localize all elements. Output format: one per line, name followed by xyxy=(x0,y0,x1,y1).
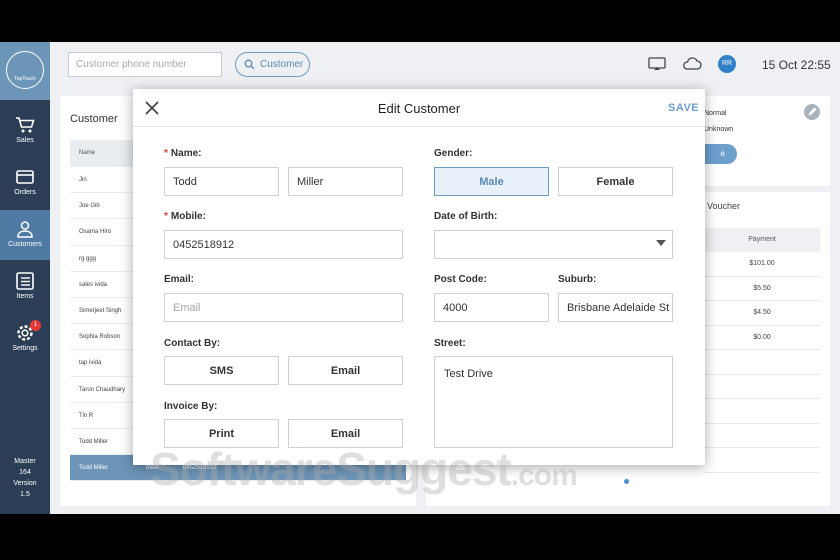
radio-unknown-label[interactable]: Unknown xyxy=(704,126,733,133)
suburb-input[interactable]: Brisbane Adelaide St xyxy=(558,293,673,322)
row-name: Joe Gib xyxy=(79,203,100,210)
mobile-label: * Mobile: xyxy=(164,211,206,222)
contact-sms-button[interactable]: SMS xyxy=(164,356,279,385)
cloud-icon[interactable] xyxy=(682,57,702,71)
nav-customers-label: Customers xyxy=(8,241,42,248)
postcode-input[interactable]: 4000 xyxy=(434,293,549,322)
payment-cell: $4.50 xyxy=(704,301,820,326)
edit-icon[interactable] xyxy=(804,104,820,120)
dob-label: Date of Birth: xyxy=(434,211,498,222)
row-name: Jin xyxy=(79,177,87,183)
mobile-input[interactable]: 0452518912 xyxy=(164,230,403,259)
gender-male-button[interactable]: Male xyxy=(434,167,549,196)
first-name-input[interactable]: Todd xyxy=(164,167,279,196)
suburb-label: Suburb: xyxy=(558,274,597,285)
email-input[interactable]: Email xyxy=(164,293,403,322)
top-bar: Customer phone number Customer RR 15 Oct… xyxy=(50,42,840,86)
cast-icon[interactable] xyxy=(648,57,666,71)
cart-icon xyxy=(16,117,35,133)
nav-items[interactable]: Items xyxy=(0,262,50,312)
close-icon[interactable] xyxy=(145,101,159,115)
row-name: sales ivida xyxy=(79,281,108,288)
required-marker: * xyxy=(164,211,168,222)
street-label: Street: xyxy=(434,338,466,349)
settings-badge: 1 xyxy=(30,320,41,331)
person-icon xyxy=(17,221,33,238)
payment-cell: $5.50 xyxy=(704,277,820,301)
nav-sales[interactable]: Sales xyxy=(0,106,50,156)
contact-email-button[interactable]: Email xyxy=(288,356,403,385)
row-name: tap ivida xyxy=(79,360,102,367)
row-name: Tin R xyxy=(79,412,94,419)
payment-cell-empty xyxy=(704,399,820,424)
master-value: 164 xyxy=(19,469,31,476)
payment-cell-empty xyxy=(704,375,820,399)
payment-column-header: Payment xyxy=(704,228,820,252)
row-name: Todd Miller xyxy=(79,465,109,472)
row-name: Todd Miller xyxy=(79,438,109,445)
chevron-down-icon xyxy=(656,240,666,246)
logo-area: TapTouch xyxy=(0,42,50,100)
orders-icon xyxy=(16,170,34,184)
gender-female-button[interactable]: Female xyxy=(558,167,673,196)
watermark: SoftwareSuggest.com xyxy=(150,443,578,495)
gender-label: Gender: xyxy=(434,148,473,159)
row-name: Simerjeet Singh xyxy=(79,307,122,314)
payment-cell: $0.00 xyxy=(704,326,820,350)
nav-orders[interactable]: Orders xyxy=(0,158,50,208)
row-name: Sophia Robson xyxy=(79,334,121,341)
postcode-label: Post Code: xyxy=(434,274,487,285)
nav-orders-label: Orders xyxy=(14,189,36,196)
save-button[interactable]: SAVE xyxy=(668,102,699,114)
sidebar: TapTouch Sales Orders Customers Items 1 … xyxy=(0,42,50,514)
datetime: 15 Oct 22:55 xyxy=(762,58,831,72)
payment-cell-empty xyxy=(704,424,820,448)
last-name-input[interactable]: Miller xyxy=(288,167,403,196)
radio-normal-label[interactable]: Normal xyxy=(704,110,727,117)
search-icon xyxy=(244,59,255,70)
edit-customer-dialog: Edit Customer SAVE * Name: Todd Miller * M… xyxy=(133,89,705,465)
nav-sales-label: Sales xyxy=(16,137,34,144)
payment-cell: $101.00 xyxy=(704,252,820,277)
nav-settings-label: Settings xyxy=(12,345,38,352)
nav-items-label: Items xyxy=(16,293,34,300)
version-label: Version xyxy=(13,480,37,487)
dialog-title: Edit Customer xyxy=(377,101,461,116)
row-name: Tarun Chaudhary xyxy=(79,386,126,393)
invoice-by-label: Invoice By: xyxy=(164,401,218,412)
customer-search-label: Customer xyxy=(260,59,304,70)
row-name: Osama Hiro xyxy=(79,229,112,236)
street-textarea[interactable]: Test Drive xyxy=(434,356,673,448)
row-name: rg ggg xyxy=(79,255,97,262)
payment-cell-empty xyxy=(704,350,820,375)
email-label: Email: xyxy=(164,274,195,285)
customer-phone-input[interactable]: Customer phone number xyxy=(68,52,222,77)
payment-cell-empty xyxy=(704,448,820,473)
voucher-tab[interactable]: Voucher xyxy=(707,201,740,211)
dialog-header: Edit Customer SAVE xyxy=(133,89,705,127)
customer-search-button[interactable]: Customer xyxy=(235,52,310,77)
version-value: 1.5 xyxy=(20,491,30,498)
page-indicator-dot xyxy=(624,479,629,484)
app-screen: TapTouch Sales Orders Customers Items 1 … xyxy=(0,42,840,514)
dob-select[interactable] xyxy=(434,230,673,259)
nav-customers[interactable]: Customers xyxy=(0,210,50,260)
customer-panel-title: Customer xyxy=(70,113,118,125)
master-label: Master xyxy=(14,458,36,465)
contact-by-label: Contact By: xyxy=(164,338,221,349)
app-logo: TapTouch xyxy=(6,51,44,89)
name-label: * Name: xyxy=(164,148,202,159)
nav-settings[interactable]: 1 Settings xyxy=(0,314,50,364)
required-marker: * xyxy=(164,148,168,159)
items-icon xyxy=(16,272,34,290)
user-avatar[interactable]: RR xyxy=(718,55,736,73)
